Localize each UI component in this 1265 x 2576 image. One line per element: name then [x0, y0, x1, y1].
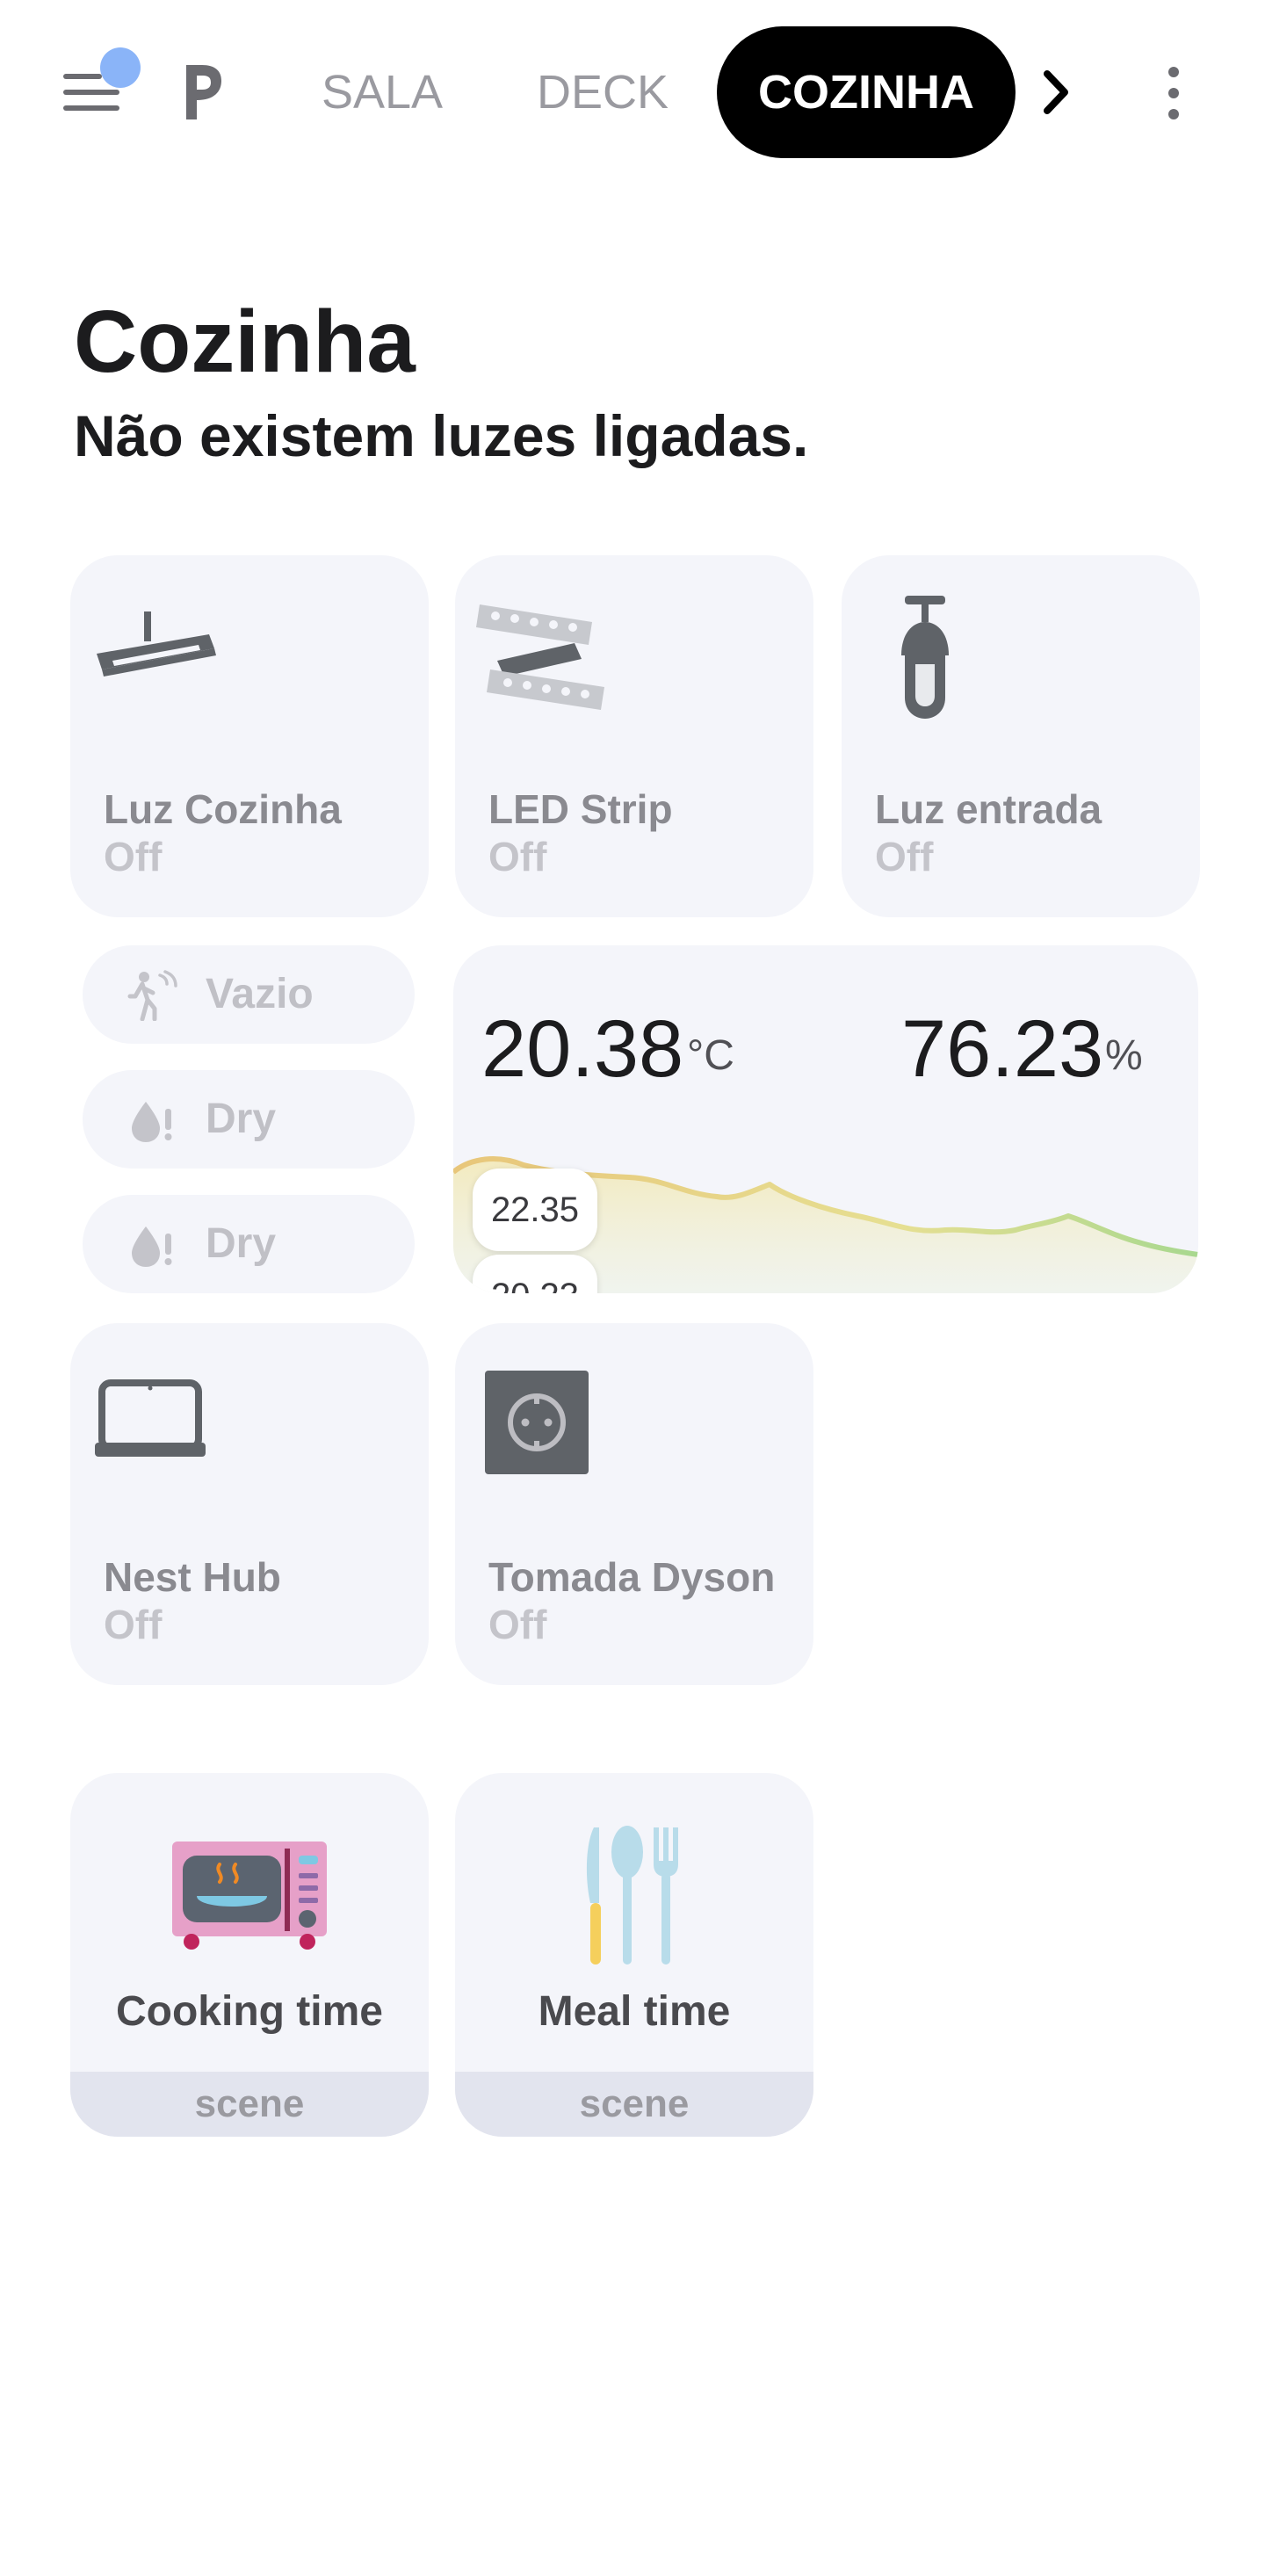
scene-name: Cooking time	[115, 1988, 383, 2035]
device-card-luz-cozinha[interactable]: Luz Cozinha Off	[70, 555, 429, 917]
humidity-unit: %	[1105, 1032, 1143, 1079]
ceiling-light-icon	[97, 611, 216, 677]
device-name: Luz entrada	[875, 786, 1102, 832]
kebab-dot	[1168, 88, 1179, 98]
device-state: Off	[488, 1602, 547, 1647]
water-alert-icon	[132, 1102, 172, 1142]
scene-card-cooking-time[interactable]: Cooking time scene	[70, 1773, 429, 2137]
power-outlet-icon	[485, 1371, 589, 1474]
device-state: Off	[875, 834, 934, 879]
top-bar: SALA DECK COZINHA	[0, 0, 1265, 185]
home-assistant-logo-icon	[186, 65, 221, 119]
tab-deck[interactable]: DECK	[527, 26, 678, 158]
sensor-label: Dry	[206, 1096, 277, 1142]
leak-sensor-pill[interactable]: Dry	[83, 1070, 415, 1169]
tab-sala[interactable]: SALA	[299, 26, 466, 158]
device-state: Off	[104, 834, 163, 879]
notification-badge	[100, 47, 141, 88]
hamburger-menu-line	[63, 90, 119, 95]
smart-display-icon	[95, 1379, 206, 1457]
sensor-label: Vazio	[206, 971, 314, 1017]
device-name: LED Strip	[488, 786, 673, 832]
led-strip-icon	[476, 604, 604, 710]
device-name: Nest Hub	[104, 1554, 281, 1600]
device-card-luz-entrada[interactable]: Luz entrada Off	[842, 555, 1200, 917]
device-state: Off	[104, 1602, 163, 1647]
leak-sensor-pill[interactable]: Dry	[83, 1195, 415, 1293]
device-name: Tomada Dyson	[488, 1554, 776, 1600]
device-name: Luz Cozinha	[104, 786, 342, 832]
hamburger-menu-line	[63, 105, 119, 111]
scene-type-label: scene	[455, 2072, 813, 2137]
graph-tooltip-min: 20.23	[473, 1255, 597, 1293]
microwave-icon	[172, 1842, 327, 1950]
page-title: Cozinha	[74, 293, 416, 391]
tab-cozinha[interactable]: COZINHA	[717, 26, 1016, 158]
device-card-nest-hub[interactable]: Nest Hub Off	[70, 1323, 429, 1685]
kebab-menu-icon[interactable]	[1151, 63, 1196, 125]
kebab-dot	[1168, 67, 1179, 77]
water-alert-icon	[132, 1226, 172, 1267]
sensor-label: Dry	[206, 1220, 277, 1267]
device-card-tomada-dyson[interactable]: Tomada Dyson Off	[455, 1323, 813, 1685]
fork-knife-spoon-icon	[586, 1826, 678, 1965]
scene-type-label: scene	[70, 2072, 429, 2137]
graph-tooltip-max: 22.35	[473, 1169, 597, 1251]
motion-sensor-pill[interactable]: Vazio	[83, 945, 415, 1044]
motion-sensor-icon	[127, 970, 177, 1021]
humidity-value: 76.23	[901, 1004, 1104, 1094]
climate-graph-card[interactable]: 20.38 °C 76.23 % 22.35 20.23	[453, 945, 1198, 1293]
pendant-lamp-icon	[901, 596, 949, 719]
temperature-unit: °C	[687, 1032, 734, 1079]
kebab-dot	[1168, 109, 1179, 119]
scene-card-meal-time[interactable]: Meal time scene	[455, 1773, 813, 2137]
lights-status-text: Não existem luzes ligadas.	[74, 403, 809, 468]
device-card-led-strip[interactable]: LED Strip Off	[455, 555, 813, 917]
chevron-right-icon[interactable]	[1026, 62, 1088, 123]
menu-button[interactable]	[54, 47, 141, 123]
device-state: Off	[488, 834, 547, 879]
temperature-value: 20.38	[481, 1004, 684, 1094]
hamburger-menu-icon	[63, 74, 102, 79]
scene-name: Meal time	[538, 1988, 731, 2035]
